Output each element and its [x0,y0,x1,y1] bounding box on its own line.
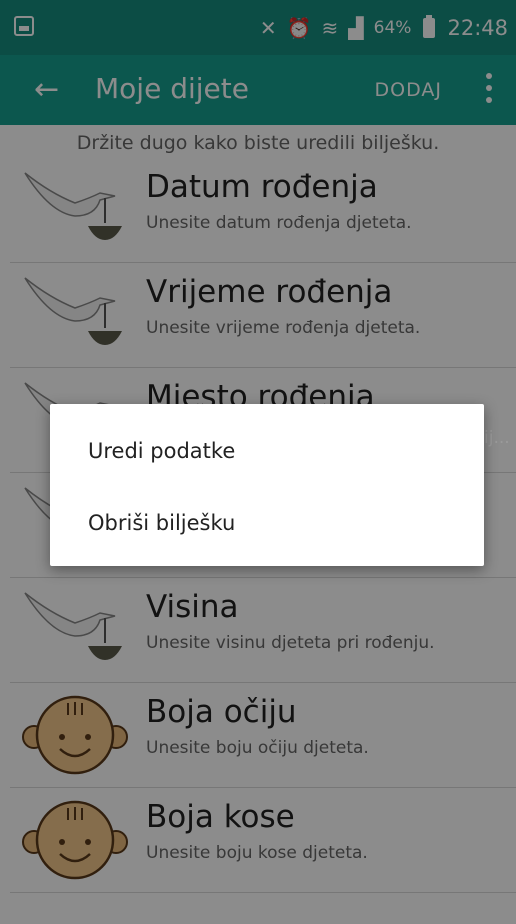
truncated-subtitle: ij... [484,428,510,448]
edit-data-option[interactable]: Uredi podatke [88,439,235,463]
context-menu-dialog: Uredi podatke Obriši bilješku [50,404,484,566]
delete-note-option[interactable]: Obriši bilješku [88,511,235,535]
